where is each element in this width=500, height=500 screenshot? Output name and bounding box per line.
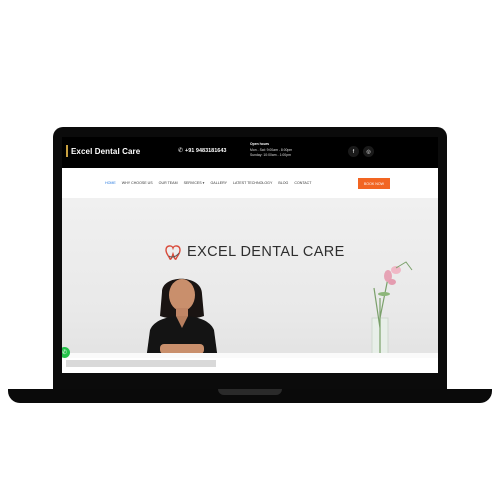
nav-our-team[interactable]: OUR TEAM [159,181,178,185]
brand[interactable]: Excel Dental Care [66,145,140,157]
book-now-button[interactable]: BOOK NOW [358,178,390,189]
hero-logo: EXCEL DENTAL CARE [163,242,345,262]
phone-number: +91 9483181643 [185,147,227,154]
nav-gallery[interactable]: GALLERY [211,181,228,185]
plant-decoration [371,261,413,358]
main-nav: HOME WHY CHOOSE US OUR TEAM SERVICES ▾ G… [62,168,438,199]
nav-services[interactable]: SERVICES ▾ [184,181,205,185]
nav-blog[interactable]: BLOG [278,181,288,185]
hero-banner: EXCEL DENTAL CARE [62,198,438,358]
brand-mark-icon [66,145,68,157]
phone-icon: ✆ [178,148,184,154]
dentist-photo [146,278,218,358]
section-image-placeholder [66,360,216,367]
nav-contact[interactable]: CONTACT [294,181,311,185]
brand-name: Excel Dental Care [71,146,141,156]
open-hours-sunday: Sunday: 10:00am - 1:00pm [250,153,291,158]
nav-home[interactable]: HOME [105,181,116,185]
laptop-screen: Excel Dental Care ✆ +91 9483181643 Open … [62,137,438,373]
next-section-preview [62,358,438,373]
facebook-icon[interactable]: f [348,146,359,157]
instagram-icon[interactable]: ◎ [363,146,374,157]
nav-why-choose-us[interactable]: WHY CHOOSE US [122,181,153,185]
laptop-notch [218,389,282,395]
hero-logo-text: EXCEL DENTAL CARE [187,244,345,260]
phone-contact[interactable]: ✆ +91 9483181643 [178,147,227,155]
open-hours: Open hours Mon - Sat: 9:00am - 8:00pm Su… [250,142,292,159]
nav-latest-technology[interactable]: LATEST TECHNOLOGY [233,181,272,185]
tooth-logo-icon [165,245,181,260]
top-bar: Excel Dental Care ✆ +91 9483181643 Open … [62,137,438,168]
